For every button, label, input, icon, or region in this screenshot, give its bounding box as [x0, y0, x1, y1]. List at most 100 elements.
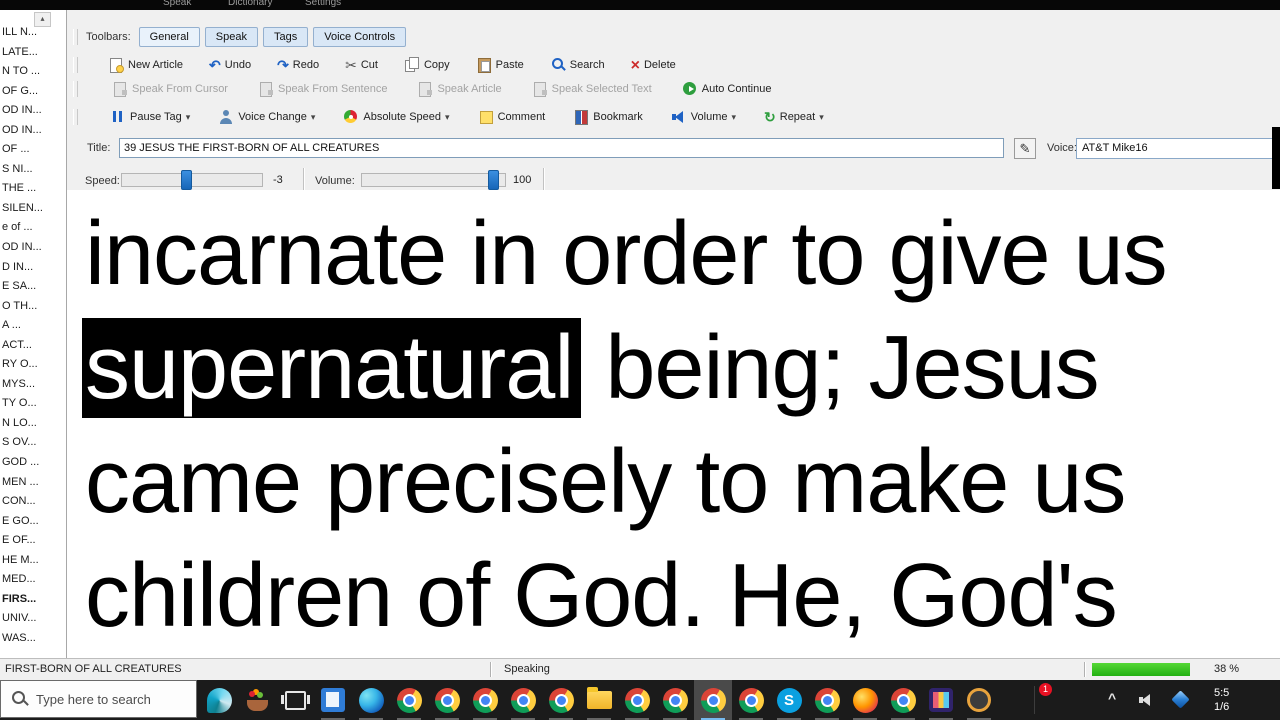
voice-select[interactable]: AT&T Mike16	[1076, 138, 1280, 159]
list-item[interactable]: N LO...	[0, 414, 66, 434]
list-item[interactable]: SILEN...	[0, 199, 66, 219]
clock-date: 1/6	[1214, 701, 1230, 713]
copy-button[interactable]: Copy	[400, 55, 454, 75]
taskbar-chrome-icon[interactable]	[504, 680, 542, 720]
list-item[interactable]: OF G...	[0, 82, 66, 102]
taskbar-chrome-active-icon[interactable]	[694, 680, 732, 720]
comment-icon	[478, 109, 494, 125]
redo-button[interactable]: ↷ Redo	[273, 56, 323, 74]
taskbar-chrome-icon[interactable]	[732, 680, 770, 720]
taskbar-film-reel-icon[interactable]	[922, 680, 960, 720]
paste-button[interactable]: Paste	[472, 55, 528, 75]
taskbar-chrome-icon[interactable]	[390, 680, 428, 720]
speak-selected-text-button[interactable]: Speak Selected Text	[528, 79, 656, 99]
auto-continue-button[interactable]: Auto Continue	[678, 79, 776, 99]
taskbar-folder-icon[interactable]	[580, 680, 618, 720]
menu-item-dictionary[interactable]: Dictionary	[228, 0, 272, 9]
list-item[interactable]: OD IN...	[0, 238, 66, 258]
menu-item-speak[interactable]: Speak	[163, 0, 191, 9]
taskbar-task-view-icon[interactable]	[276, 680, 314, 720]
repeat-button[interactable]: ↻ Repeat ▾	[760, 108, 828, 126]
article-text-area[interactable]: incarnate in order to give us supernatur…	[67, 190, 1280, 658]
taskbar-firefox-icon[interactable]	[846, 680, 884, 720]
tab-general[interactable]: General	[138, 27, 200, 47]
list-item[interactable]: D IN...	[0, 258, 66, 278]
list-item[interactable]: E GO...	[0, 512, 66, 532]
list-item[interactable]: TY O...	[0, 394, 66, 414]
article-list-panel: ▴ ILL N... LATE... N TO ... OF G... OD I…	[0, 10, 67, 658]
voice-change-button[interactable]: Voice Change ▾	[214, 107, 319, 127]
absolute-speed-button[interactable]: Absolute Speed ▾	[339, 107, 453, 127]
taskbar-calculator-icon[interactable]	[314, 680, 352, 720]
speed-slider-thumb[interactable]	[180, 170, 192, 190]
speak-from-cursor-button[interactable]: Speak From Cursor	[108, 79, 232, 99]
list-item[interactable]: UNIV...	[0, 609, 66, 629]
taskbar-search-input[interactable]: Type here to search	[0, 680, 197, 718]
undo-button[interactable]: ↶ Undo	[205, 56, 255, 74]
tab-speak[interactable]: Speak	[204, 27, 258, 47]
list-item[interactable]: LATE...	[0, 43, 66, 63]
title-input[interactable]	[119, 138, 1004, 158]
list-item[interactable]: THE ...	[0, 179, 66, 199]
list-item[interactable]: HE M...	[0, 551, 66, 571]
list-item[interactable]: CON...	[0, 492, 66, 512]
speed-slider[interactable]	[121, 170, 263, 190]
scroll-up-icon[interactable]: ▴	[34, 12, 51, 27]
list-item[interactable]: e of ...	[0, 218, 66, 238]
status-bar: FIRST-BORN OF ALL CREATURES Speaking 38 …	[0, 658, 1280, 681]
tab-voice-controls[interactable]: Voice Controls	[313, 27, 407, 47]
tab-tags[interactable]: Tags	[262, 27, 309, 47]
search-button[interactable]: Search	[546, 55, 609, 75]
pause-tag-button[interactable]: Pause Tag ▾	[106, 107, 194, 127]
list-item[interactable]: S OV...	[0, 433, 66, 453]
list-item[interactable]: S NI...	[0, 160, 66, 180]
menu-item-settings[interactable]: Settings	[305, 0, 341, 9]
taskbar-chrome-icon[interactable]	[808, 680, 846, 720]
list-item-selected[interactable]: FIRS...	[0, 590, 66, 610]
taskbar-fruit-basket-icon[interactable]	[238, 680, 276, 720]
list-item[interactable]: ACT...	[0, 336, 66, 356]
taskbar-chrome-icon[interactable]	[884, 680, 922, 720]
chrome-icon	[700, 687, 726, 713]
edit-title-button[interactable]: ✎	[1014, 138, 1036, 159]
speak-article-button[interactable]: Speak Article	[413, 79, 505, 99]
list-item[interactable]: WAS...	[0, 629, 66, 649]
volume-slider[interactable]	[361, 170, 506, 190]
taskbar-chrome-icon[interactable]	[466, 680, 504, 720]
list-item[interactable]: RY O...	[0, 355, 66, 375]
comment-button[interactable]: Comment	[474, 107, 550, 127]
list-item[interactable]: N TO ...	[0, 62, 66, 82]
list-item[interactable]: MED...	[0, 570, 66, 590]
new-article-button[interactable]: New Article	[104, 55, 187, 75]
volume-button[interactable]: Volume ▾	[667, 107, 740, 127]
taskbar-media-player-icon[interactable]	[960, 680, 998, 720]
list-item[interactable]: MEN ...	[0, 473, 66, 493]
show-hidden-icons-chevron-icon[interactable]: ^	[1108, 690, 1116, 706]
cut-button[interactable]: ✂ Cut	[341, 56, 382, 74]
list-item[interactable]: O TH...	[0, 297, 66, 317]
list-item[interactable]: ILL N...	[0, 23, 66, 43]
list-item[interactable]: OF ...	[0, 140, 66, 160]
taskbar-clock[interactable]: 5:5 1/6	[1214, 686, 1280, 714]
list-item[interactable]: E OF...	[0, 531, 66, 551]
taskbar-chrome-icon[interactable]	[618, 680, 656, 720]
list-item[interactable]: E SA...	[0, 277, 66, 297]
taskbar-edge-icon[interactable]	[352, 680, 390, 720]
tray-diamond-icon[interactable]	[1171, 690, 1190, 711]
taskbar-paint-swirl-icon[interactable]	[200, 680, 238, 720]
list-item[interactable]: OD IN...	[0, 101, 66, 121]
list-item[interactable]: OD IN...	[0, 121, 66, 141]
taskbar-chrome-icon[interactable]	[656, 680, 694, 720]
taskbar-chrome-icon[interactable]	[542, 680, 580, 720]
bookmark-button[interactable]: Bookmark	[569, 107, 647, 127]
volume-slider-thumb[interactable]	[487, 170, 499, 190]
taskbar-chrome-icon[interactable]	[428, 680, 466, 720]
delete-button[interactable]: × Delete	[627, 57, 680, 74]
speak-from-sentence-button[interactable]: Speak From Sentence	[254, 79, 391, 99]
list-item[interactable]: GOD ...	[0, 453, 66, 473]
toolbar-grip	[73, 109, 78, 125]
taskbar-skype-icon[interactable]: S	[770, 680, 808, 720]
list-item[interactable]: A ...	[0, 316, 66, 336]
list-item[interactable]: MYS...	[0, 375, 66, 395]
tts-app-window: Speak Dictionary Settings ▴ ILL N... LAT…	[0, 0, 1280, 720]
